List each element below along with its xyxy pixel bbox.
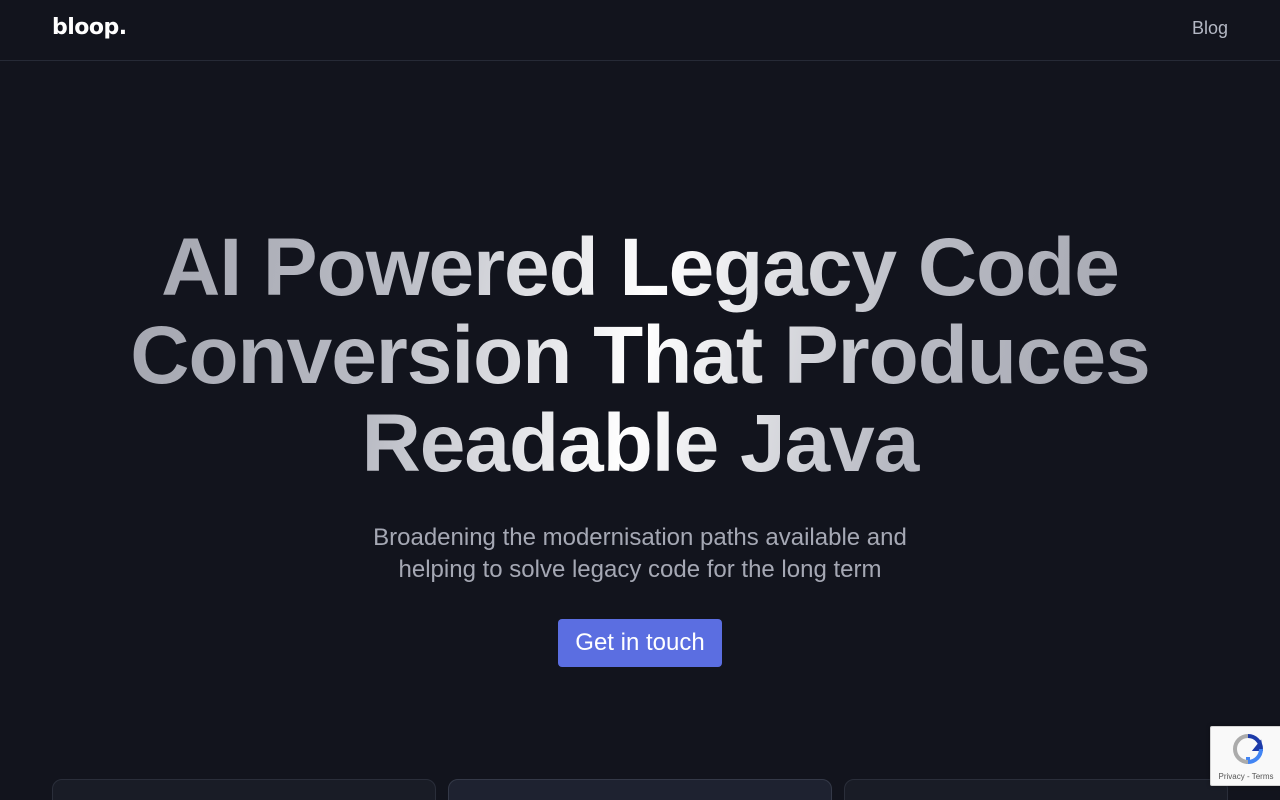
recaptcha-links[interactable]: Privacy - Terms bbox=[1211, 772, 1280, 781]
hero-subtitle-line: Broadening the modernisation paths avail… bbox=[373, 524, 907, 551]
hero-title-line: AI Powered Legacy Code bbox=[161, 222, 1119, 313]
hero-subtitle: Broadening the modernisation paths avail… bbox=[340, 522, 940, 586]
hero-subtitle-line: helping to solve legacy code for the lon… bbox=[398, 556, 882, 583]
get-in-touch-button[interactable]: Get in touch bbox=[558, 619, 722, 667]
hero-title-line: Conversion That Produces bbox=[130, 310, 1150, 401]
hero-title: AI Powered Legacy Code Conversion That P… bbox=[0, 224, 1280, 488]
recaptcha-badge[interactable]: Privacy - Terms bbox=[1210, 726, 1280, 786]
top-navigation-bar: bloop. Blog bbox=[0, 0, 1280, 61]
bloop-logo[interactable]: bloop. bbox=[52, 15, 127, 40]
feature-card bbox=[448, 779, 832, 800]
nav-link-blog[interactable]: Blog bbox=[1192, 18, 1228, 39]
recaptcha-icon bbox=[1232, 734, 1264, 765]
hero-title-line: Readable Java bbox=[361, 398, 919, 489]
feature-card bbox=[52, 779, 436, 800]
feature-card bbox=[844, 779, 1228, 800]
